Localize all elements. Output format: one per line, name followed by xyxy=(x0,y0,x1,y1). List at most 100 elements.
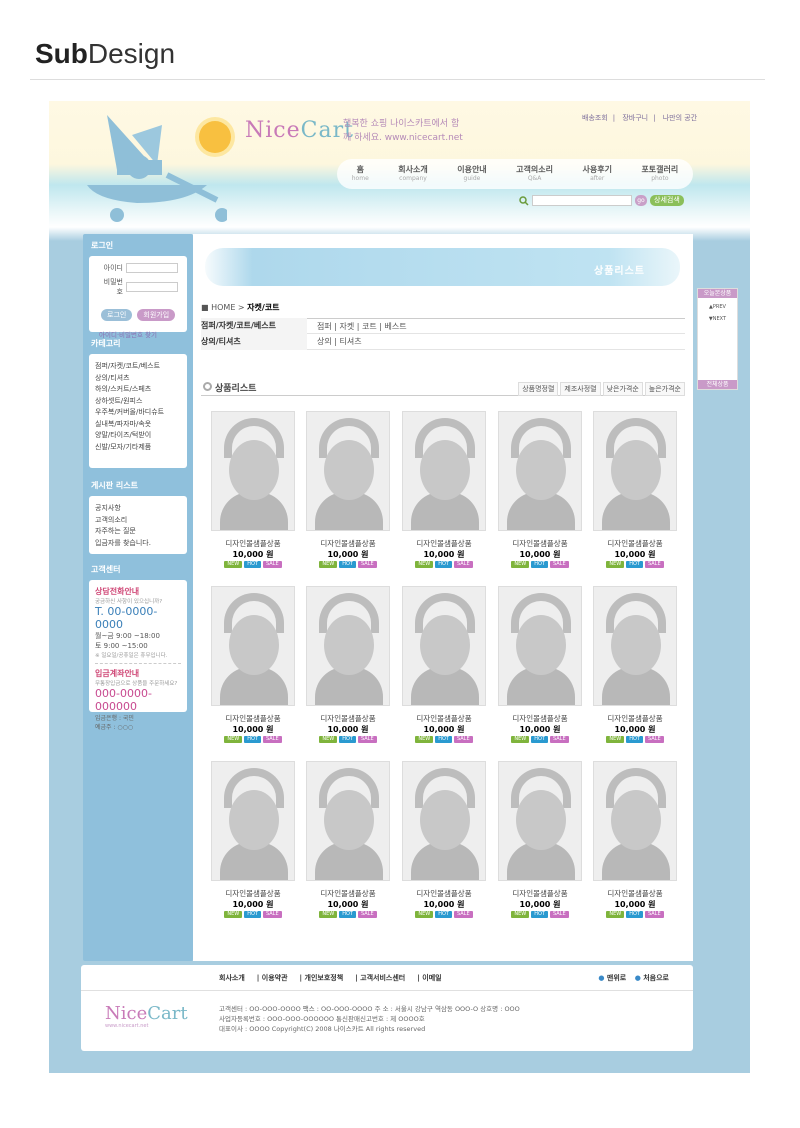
advanced-search-button[interactable]: 상세검색 xyxy=(650,195,684,206)
product-image[interactable] xyxy=(306,761,390,881)
sort-by-price-low[interactable]: 낮은가격순 xyxy=(602,382,643,396)
product-name[interactable]: 디자인몰샘플상품 xyxy=(498,713,582,724)
product-card[interactable]: 디자인몰샘플상품 10,000 원 NEW HOT SALE xyxy=(498,586,582,743)
sort-by-name[interactable]: 상품명정렬 xyxy=(518,382,559,396)
product-image[interactable] xyxy=(211,411,295,531)
product-card[interactable]: 디자인몰샘플상품 10,000 원 NEW HOT SALE xyxy=(211,761,295,918)
search-bar: go 상세검색 xyxy=(519,195,684,206)
product-card[interactable]: 디자인몰샘플상품 10,000 원 NEW HOT SALE xyxy=(211,411,295,568)
join-button[interactable]: 회원가입 xyxy=(137,309,176,321)
subcategory-links[interactable]: 점퍼 | 자켓 | 코트 | 베스트 xyxy=(307,321,407,332)
sort-by-maker[interactable]: 제조사정렬 xyxy=(560,382,601,396)
login-button[interactable]: 로그인 xyxy=(101,309,133,321)
category-item[interactable]: 양말/타이즈/턱받이 xyxy=(95,430,181,442)
category-item[interactable]: 상하셋트/원피스 xyxy=(95,396,181,408)
product-image[interactable] xyxy=(498,411,582,531)
product-card[interactable]: 디자인몰샘플상품 10,000 원 NEW HOT SALE xyxy=(306,761,390,918)
sale-badge: SALE xyxy=(549,561,569,568)
nav-company[interactable]: 회사소개 company xyxy=(398,165,427,183)
product-name[interactable]: 디자인몰샘플상품 xyxy=(402,713,486,724)
product-name[interactable]: 디자인몰샘플상품 xyxy=(306,888,390,899)
footer-link[interactable]: 이메일 xyxy=(422,974,441,982)
prev-button[interactable]: ▲PREV xyxy=(698,304,737,310)
board-item[interactable]: 자주하는 질문 xyxy=(95,526,181,538)
category-item[interactable]: 신발/모자/기타제품 xyxy=(95,442,181,454)
product-image[interactable] xyxy=(211,761,295,881)
to-top-link[interactable]: 맨위로 xyxy=(607,974,626,982)
product-name[interactable]: 디자인몰샘플상품 xyxy=(211,538,295,549)
product-name[interactable]: 디자인몰샘플상품 xyxy=(402,538,486,549)
product-name[interactable]: 디자인몰샘플상품 xyxy=(593,713,677,724)
product-name[interactable]: 디자인몰샘플상품 xyxy=(306,713,390,724)
page-heading: SubDesign xyxy=(35,38,176,69)
product-image[interactable] xyxy=(402,411,486,531)
category-item[interactable]: 실내복/파자마/속옷 xyxy=(95,419,181,431)
product-card[interactable]: 디자인몰샘플상품 10,000 원 NEW HOT SALE xyxy=(402,761,486,918)
product-image[interactable] xyxy=(593,411,677,531)
password-input[interactable] xyxy=(126,282,178,292)
top-link-cart[interactable]: 장바구니 xyxy=(622,114,648,122)
top-link-delivery[interactable]: 배송조회 xyxy=(582,114,608,122)
nav-home[interactable]: 홈 home xyxy=(352,165,369,183)
product-image[interactable] xyxy=(498,586,582,706)
product-image[interactable] xyxy=(306,586,390,706)
all-products-button[interactable]: 전체상품 xyxy=(698,380,737,389)
id-input[interactable] xyxy=(126,263,178,273)
product-image[interactable] xyxy=(402,586,486,706)
nav-qna[interactable]: 고객의소리 Q&A xyxy=(516,165,553,183)
top-link-mypage[interactable]: 나만의 공간 xyxy=(663,114,697,122)
product-name[interactable]: 디자인몰샘플상품 xyxy=(593,538,677,549)
product-name[interactable]: 디자인몰샘플상품 xyxy=(211,713,295,724)
login-box: 아이디 비밀번호 로그인 회원가입 아이디·비밀번호 찾기 xyxy=(89,256,187,339)
product-name[interactable]: 디자인몰샘플상품 xyxy=(402,888,486,899)
product-image[interactable] xyxy=(211,586,295,706)
product-card[interactable]: 디자인몰샘플상품 10,000 원 NEW HOT SALE xyxy=(402,411,486,568)
footer-link[interactable]: 고객서비스센터 xyxy=(360,974,405,982)
new-badge: NEW xyxy=(511,561,530,568)
product-image[interactable] xyxy=(593,586,677,706)
logo[interactable]: NiceCart xyxy=(245,118,354,143)
product-name[interactable]: 디자인몰샘플상품 xyxy=(306,538,390,549)
board-item[interactable]: 공지사항 xyxy=(95,503,181,515)
nav-photo[interactable]: 포토갤러리 photo xyxy=(641,165,678,183)
next-button[interactable]: ▼NEXT xyxy=(698,316,737,322)
product-card[interactable]: 디자인몰샘플상품 10,000 원 NEW HOT SALE xyxy=(593,761,677,918)
product-card[interactable]: 디자인몰샘플상품 10,000 원 NEW HOT SALE xyxy=(498,411,582,568)
customer-center-box: 상담전화안내 궁금하신 사항이 있으십니까? T. 00-0000-0000 월… xyxy=(89,580,187,731)
board-item[interactable]: 고객의소리 xyxy=(95,515,181,527)
product-name[interactable]: 디자인몰샘플상품 xyxy=(593,888,677,899)
to-home-link[interactable]: 처음으로 xyxy=(643,974,669,982)
nav-after[interactable]: 사용후기 after xyxy=(582,165,611,183)
search-go-button[interactable]: go xyxy=(635,195,647,206)
footer-link[interactable]: 이용약관 xyxy=(262,974,288,982)
product-card[interactable]: 디자인몰샘플상품 10,000 원 NEW HOT SALE xyxy=(593,411,677,568)
product-name[interactable]: 디자인몰샘플상품 xyxy=(498,538,582,549)
product-image[interactable] xyxy=(593,761,677,881)
category-item[interactable]: 하의/스커트/스페츠 xyxy=(95,384,181,396)
product-image[interactable] xyxy=(306,411,390,531)
sort-by-price-high[interactable]: 높은가격순 xyxy=(644,382,685,396)
board-item[interactable]: 입금자를 찾습니다. xyxy=(95,538,181,550)
category-item[interactable]: 상의/티셔츠 xyxy=(95,373,181,385)
footer-link[interactable]: 개인보호정책 xyxy=(305,974,344,982)
search-input[interactable] xyxy=(532,195,632,206)
category-item[interactable]: 우주복/커버올/바디슈트 xyxy=(95,407,181,419)
nav-guide[interactable]: 이용안내 guide xyxy=(457,165,486,183)
footer-link[interactable]: 회사소개 xyxy=(219,974,245,982)
product-card[interactable]: 디자인몰샘플상품 10,000 원 NEW HOT SALE xyxy=(593,586,677,743)
category-item[interactable]: 점퍼/자켓/코트/베스트 xyxy=(95,361,181,373)
product-image[interactable] xyxy=(498,761,582,881)
product-card[interactable]: 디자인몰샘플상품 10,000 원 NEW HOT SALE xyxy=(306,586,390,743)
product-card[interactable]: 디자인몰샘플상품 10,000 원 NEW HOT SALE xyxy=(211,586,295,743)
product-name[interactable]: 디자인몰샘플상품 xyxy=(498,888,582,899)
product-card[interactable]: 디자인몰샘플상품 10,000 원 NEW HOT SALE xyxy=(402,586,486,743)
footer-logo-url: www.nicecart.net xyxy=(105,1023,149,1029)
product-card[interactable]: 디자인몰샘플상품 10,000 원 NEW HOT SALE xyxy=(498,761,582,918)
subcategory-links[interactable]: 상의 | 티셔츠 xyxy=(307,336,362,347)
product-list-header: 상품리스트 상품명정렬 제조사정렬 낮은가격순 높은가격순 xyxy=(201,380,685,396)
product-name[interactable]: 디자인몰샘플상품 xyxy=(211,888,295,899)
product-card[interactable]: 디자인몰샘플상품 10,000 원 NEW HOT SALE xyxy=(306,411,390,568)
login-title: 로그인 xyxy=(91,241,114,250)
recent-view-title: 오늘본상품 xyxy=(698,289,737,298)
product-image[interactable] xyxy=(402,761,486,881)
